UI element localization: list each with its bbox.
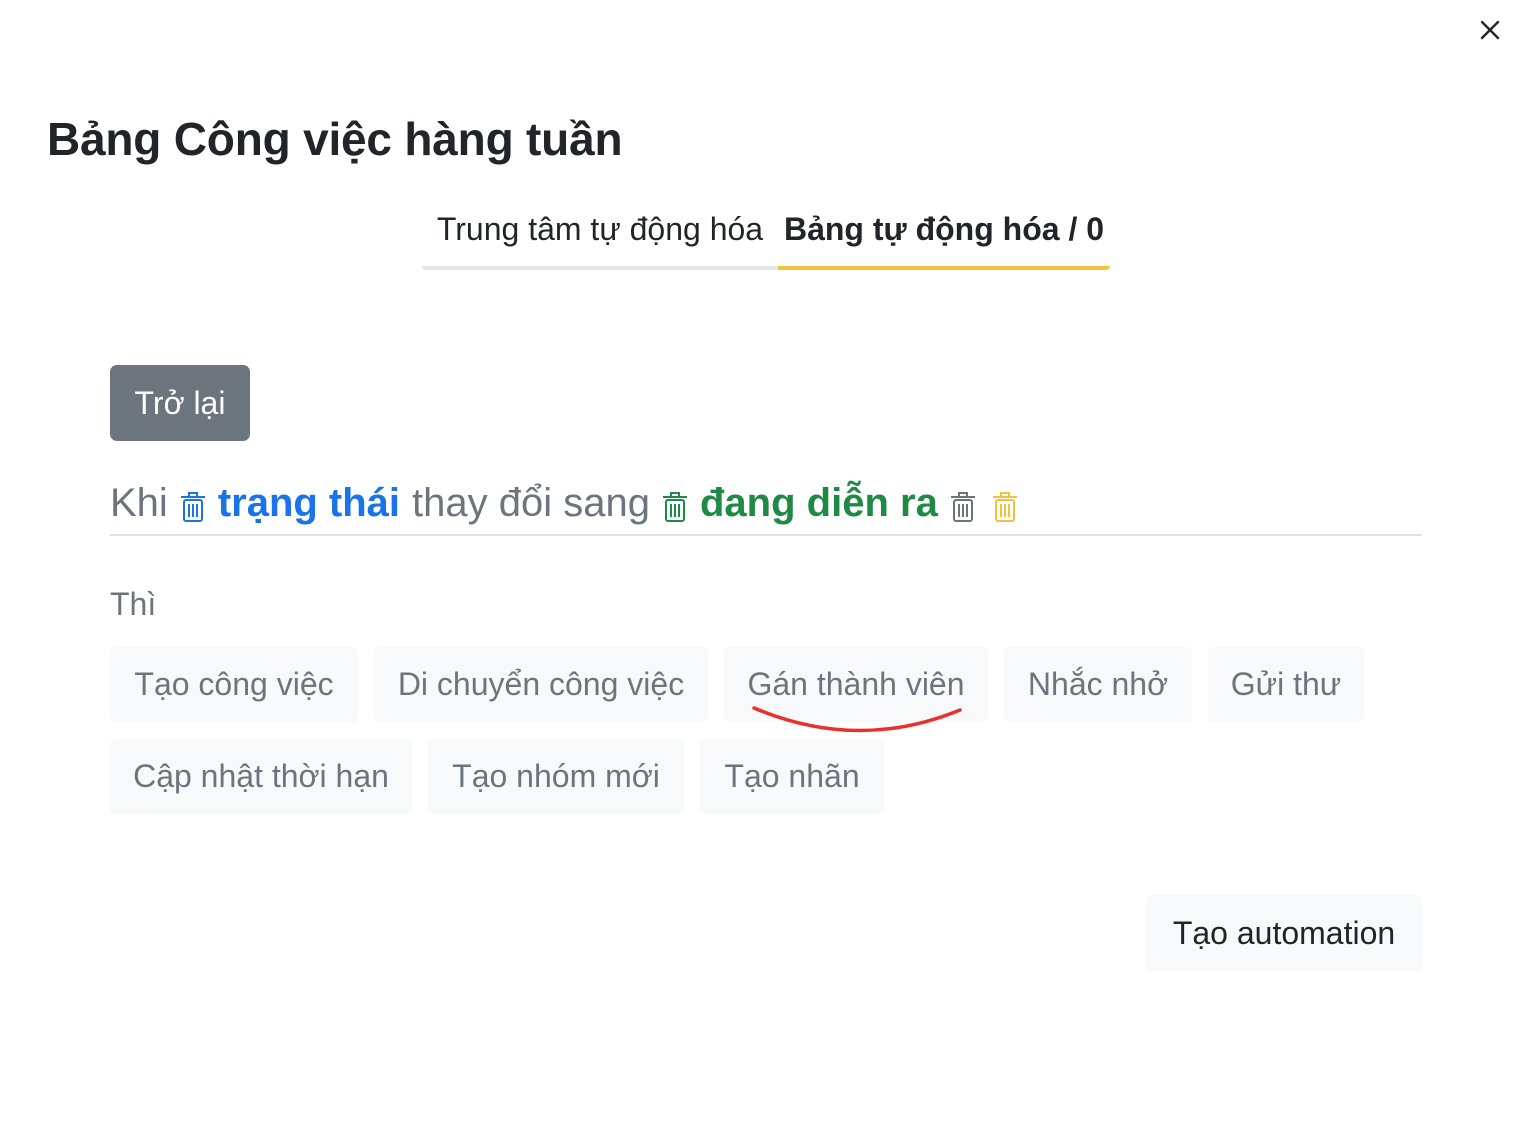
trash-icon[interactable] [950,491,976,523]
action-reminder[interactable]: Nhắc nhở [1004,647,1192,722]
action-create-group[interactable]: Tạo nhóm mới [428,739,684,814]
tab-board-automation[interactable]: Bảng tự động hóa / 0 [778,192,1110,270]
automation-modal: Bảng Công việc hàng tuần Trung tâm tự độ… [0,0,1529,1130]
trigger-when-text: Khi [110,480,168,525]
action-update-deadline[interactable]: Cập nhật thời hạn [110,739,412,814]
trigger-field[interactable]: trạng thái [218,481,400,526]
modal-title: Bảng Công việc hàng tuần [47,113,623,165]
then-label: Thì [110,586,157,622]
trigger-value[interactable]: đang diễn ra [700,481,938,526]
create-automation-button[interactable]: Tạo automation [1146,895,1422,971]
action-assign-member[interactable]: Gán thành viên [724,647,988,722]
trash-icon[interactable] [662,491,688,523]
close-button[interactable] [1474,14,1506,46]
tab-automation-center[interactable]: Trung tâm tự động hóa [422,192,778,270]
action-create-task[interactable]: Tạo công việc [110,647,358,722]
back-button[interactable]: Trở lại [110,365,250,441]
trash-icon[interactable] [180,491,206,523]
action-send-mail[interactable]: Gửi thư [1208,647,1364,722]
trigger-changes-text: thay đổi sang [412,480,650,525]
trash-icon[interactable] [992,491,1018,523]
action-create-label[interactable]: Tạo nhãn [700,739,884,814]
tab-bar: Trung tâm tự động hóa Bảng tự động hóa /… [422,192,1110,270]
trigger-rule: Khi trạng thái thay đổi sang đang diễn r… [110,472,1422,536]
action-move-task[interactable]: Di chuyển công việc [374,647,708,722]
close-icon [1480,20,1500,40]
